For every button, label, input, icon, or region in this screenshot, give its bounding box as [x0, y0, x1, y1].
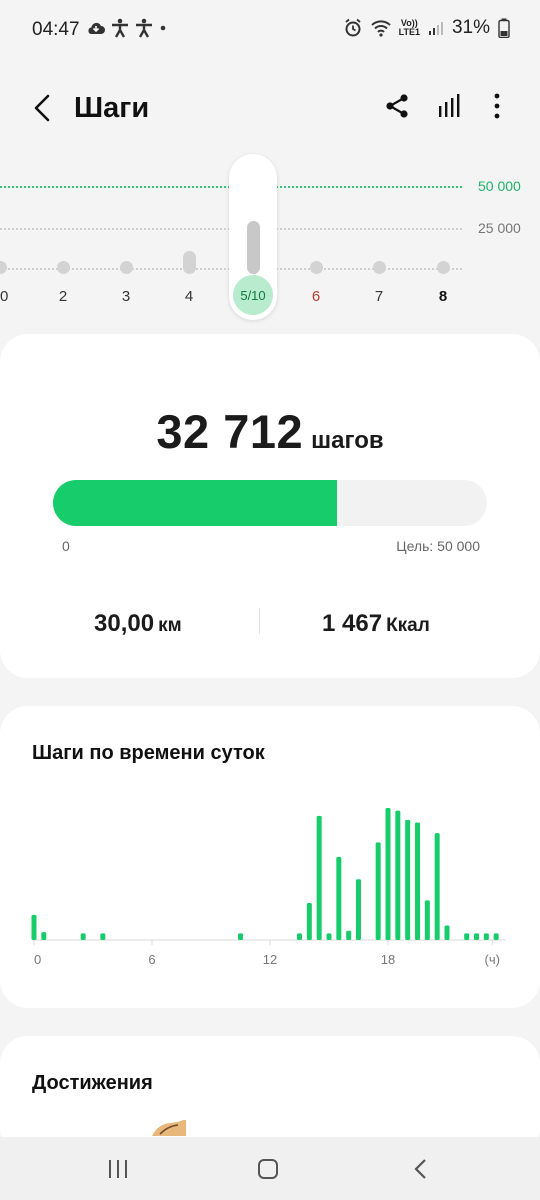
battery-icon	[498, 18, 510, 38]
day-label-selected[interactable]: 5/10	[233, 275, 273, 315]
day-label[interactable]: 4	[169, 288, 209, 305]
chart-bar	[297, 933, 302, 940]
more-vert-icon	[494, 93, 500, 119]
day-steps-mark	[119, 261, 133, 274]
back-button[interactable]	[26, 90, 58, 126]
day-steps-mark	[436, 261, 450, 274]
chart-tick-label: 12	[263, 952, 277, 967]
day-steps-mark	[56, 261, 70, 274]
goal-line-label: 50 000	[478, 178, 521, 194]
status-bar: 04:47 Vo)) LTE1 31%	[0, 0, 540, 62]
chart-bar	[375, 842, 381, 940]
alarm-icon	[345, 18, 361, 37]
share-button[interactable]	[384, 92, 414, 122]
lte-label: LTE1	[398, 27, 420, 37]
chart-bar	[415, 822, 420, 940]
calories-metric: 1 467 Ккал	[322, 610, 430, 638]
goal-progress-bar	[53, 480, 487, 526]
chart-bar	[316, 815, 322, 940]
distance-value: 30,00	[94, 610, 155, 637]
chart-bar	[326, 933, 332, 940]
back-nav-button[interactable]	[400, 1151, 440, 1187]
dot-icon	[160, 25, 166, 31]
chart-bar	[80, 933, 86, 940]
calories-value: 1 467	[322, 610, 383, 637]
more-options-button[interactable]	[486, 92, 508, 122]
chart-bar	[346, 930, 352, 940]
chart-bar	[336, 856, 342, 940]
home-icon	[258, 1159, 278, 1179]
battery-percent: 31%	[451, 17, 490, 38]
home-button[interactable]	[248, 1151, 288, 1187]
day-label[interactable]: 8	[423, 288, 463, 305]
recents-button[interactable]	[98, 1151, 138, 1187]
chart-bar	[356, 879, 361, 940]
day-steps-mark	[182, 251, 196, 274]
achievements-title: Достижения	[32, 1072, 153, 1094]
day-label[interactable]: 10	[0, 288, 20, 305]
mid-line-label: 25 000	[478, 220, 521, 236]
chart-bar	[306, 903, 312, 940]
back-icon	[34, 94, 50, 122]
system-navigation-bar	[0, 1137, 540, 1200]
goal-progress-fill	[53, 480, 337, 526]
steps-summary-card: 32 712 шагов 0 Цель: 50 000 30,00 км 1 467…	[0, 334, 540, 678]
share-icon	[386, 94, 408, 118]
achievement-badge-icon	[152, 1120, 186, 1136]
day-selector[interactable]: 50 000 25 000 10 2 3 4 5/10 6 7 8	[0, 150, 540, 330]
lte-indicator: Vo)) LTE1	[399, 19, 420, 37]
accessibility-icon	[136, 18, 152, 38]
chart-bar	[444, 925, 450, 940]
chart-bar	[424, 900, 430, 940]
chart-bar	[464, 933, 470, 940]
chart-bar	[100, 933, 106, 940]
chart-bar	[31, 914, 37, 940]
day-label[interactable]: 6	[296, 288, 336, 305]
app-header: Шаги	[0, 72, 540, 144]
chart-bar	[238, 933, 243, 940]
hourly-steps-card[interactable]: Шаги по времени суток 0 6 12 18 (ч)	[0, 706, 540, 1008]
wifi-icon	[370, 20, 391, 37]
steps-total: 32 712 шагов	[0, 404, 540, 459]
bar-chart-icon	[439, 94, 460, 117]
nav-back-icon	[414, 1159, 426, 1179]
steps-unit: шагов	[311, 427, 384, 454]
day-label[interactable]: 3	[106, 288, 146, 305]
chart-tick-label: (ч)	[485, 952, 500, 967]
chart-bar	[405, 819, 411, 940]
chart-bar	[434, 833, 440, 940]
chart-bar	[395, 810, 401, 940]
accessibility-icon	[112, 18, 128, 38]
steps-count: 32 712	[156, 405, 304, 458]
cloud-icon	[88, 22, 105, 34]
page-title: Шаги	[74, 92, 150, 124]
status-time: 04:47	[32, 19, 80, 40]
chart-bar	[474, 933, 479, 940]
status-system-icons: Vo)) LTE1 31%	[343, 17, 510, 39]
day-steps-mark	[0, 261, 7, 274]
day-steps-mark	[246, 220, 260, 274]
progress-goal-label: Цель: 50 000	[396, 538, 480, 554]
day-steps-mark	[372, 261, 386, 274]
chart-tick-label: 0	[34, 952, 41, 967]
hourly-steps-chart: 0 6 12 18 (ч)	[31, 808, 506, 967]
progress-min-label: 0	[62, 538, 70, 554]
chart-tick-label: 6	[148, 952, 155, 967]
metric-divider	[259, 608, 260, 634]
recents-icon	[109, 1160, 127, 1178]
calories-unit: Ккал	[386, 615, 430, 636]
status-notification-icons	[86, 18, 168, 38]
distance-unit: км	[158, 615, 182, 636]
signal-icon	[428, 22, 443, 35]
statistics-button[interactable]	[436, 92, 466, 122]
chart-bar	[41, 932, 47, 940]
day-label[interactable]: 7	[359, 288, 399, 305]
day-label[interactable]: 2	[43, 288, 83, 305]
chart-tick-label: 18	[381, 952, 395, 967]
distance-metric: 30,00 км	[94, 610, 182, 638]
chart-bar	[483, 933, 489, 940]
chart-bar	[385, 808, 391, 940]
day-steps-mark	[309, 261, 323, 274]
chart-bar	[493, 933, 499, 940]
